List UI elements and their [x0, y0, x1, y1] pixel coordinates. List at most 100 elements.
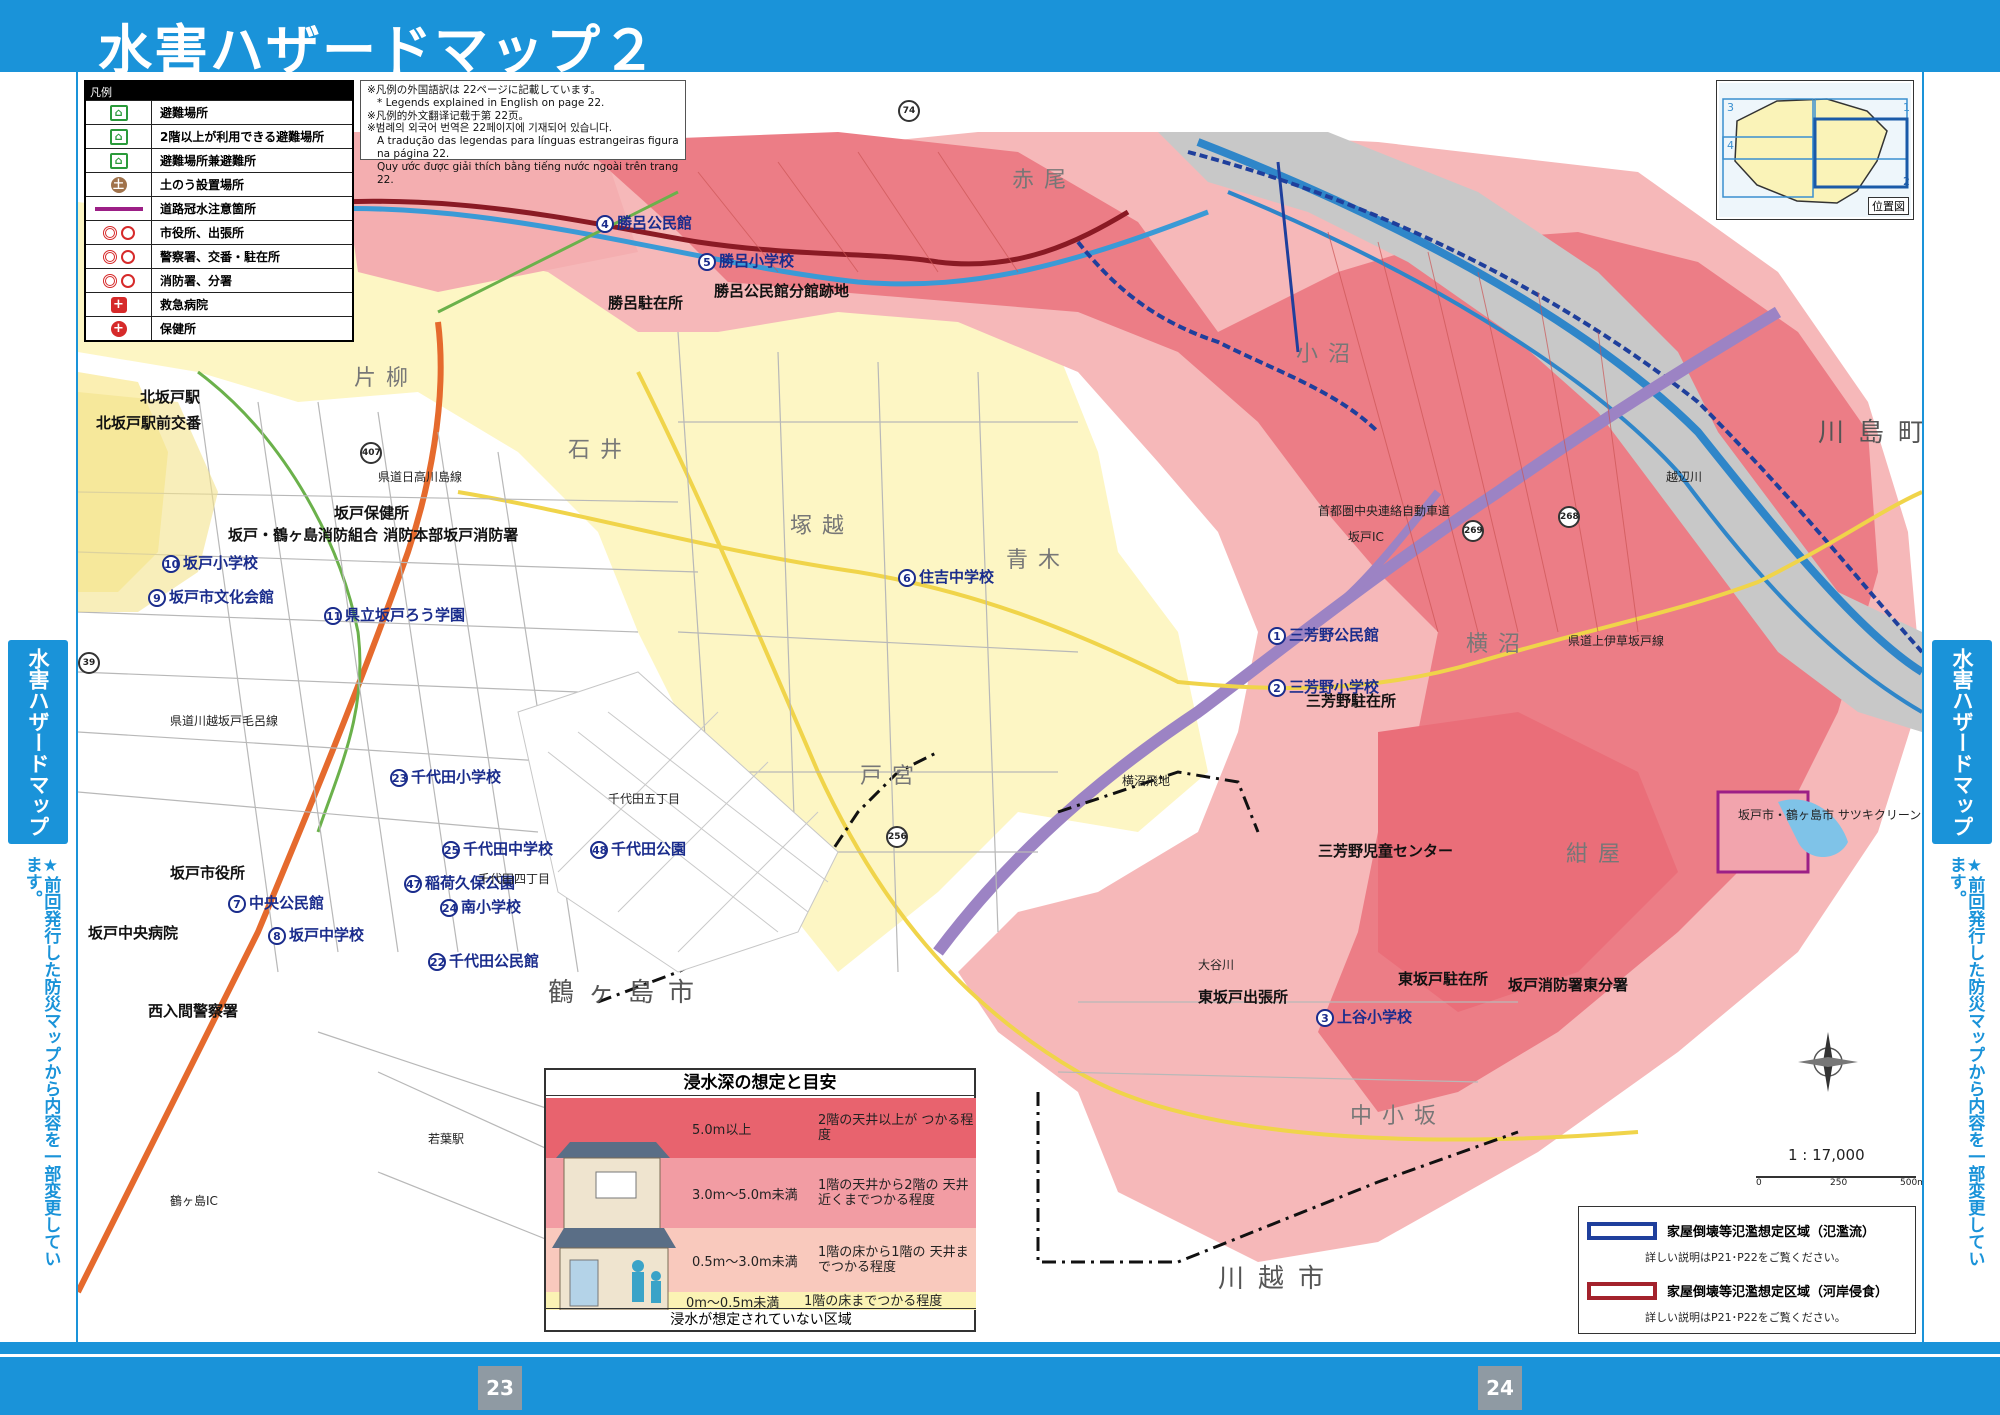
legend-row: 市役所、出張所	[86, 220, 352, 244]
town-name: 石井	[568, 438, 633, 463]
legend-label: 土のう設置場所	[160, 178, 245, 192]
map-label-route-ueigusa: 県道上伊草坂戸線	[1568, 634, 1665, 648]
shelter-facility-9[interactable]: 9 坂戸市文化会館	[148, 586, 274, 607]
map-label-sakado-city-hall: 坂戸市役所	[170, 864, 246, 882]
map-canvas	[78, 72, 1922, 1342]
note-en: * Legends explained in English on page 2…	[377, 96, 605, 109]
shelter-facility-1[interactable]: 1 三芳野公民館	[1268, 624, 1379, 645]
note-pt: A tradução das legendas para línguas est…	[377, 135, 679, 160]
facility-number: 48	[590, 841, 608, 859]
facility-name: 中央公民館	[249, 894, 325, 912]
shelter-facility-10[interactable]: 10 坂戸小学校	[162, 552, 258, 573]
legend-row: 消防署、分署	[86, 268, 352, 292]
facility-name: 坂戸市文化会館	[169, 588, 275, 606]
facility-number: 9	[148, 589, 166, 607]
facility-number: 2	[1268, 679, 1286, 697]
map-label-chiyoda4: 千代田四丁目	[478, 872, 551, 886]
route-shield: 39	[78, 652, 100, 674]
bank-erosion-label: 家屋倒壊等氾濫想定区域（河岸侵食）	[1667, 1285, 1889, 1300]
shelter-facility-23[interactable]: 23 千代田小学校	[390, 766, 501, 787]
shelter-facility-48[interactable]: 48 千代田公園	[590, 838, 686, 859]
town-name: 中小坂	[1350, 1104, 1447, 1129]
depth-desc: 1階の床までつかる程度	[804, 1293, 943, 1309]
bank-erosion-swatch	[1587, 1281, 1657, 1300]
map-legend: 凡例 ⌂ 避難場所 ⌂ 2階以上が利用できる避難場所 ⌂ 避難場所兼避難所土土のう設置場所…	[84, 80, 354, 342]
left-margin: 水害ハザードマップ ★前回発行した防災マップから内容を一部変更しています。	[0, 72, 78, 1342]
facility-name: 勝呂小学校	[719, 252, 795, 270]
town-name: 塚越	[790, 514, 855, 539]
town-name: 鶴ヶ島市	[548, 978, 709, 1008]
facility-name: 南小学校	[461, 898, 522, 916]
emergency-hospital-icon: +	[86, 293, 152, 316]
map-label-fire-east: 坂戸消防署東分署	[1508, 976, 1629, 994]
route-shield: 269	[1462, 520, 1484, 542]
scale-tick: 250	[1830, 1178, 1848, 1188]
facility-name: 住吉中学校	[919, 568, 995, 586]
facility-name: 千代田公民館	[449, 952, 540, 970]
health-center-icon: +	[86, 317, 152, 340]
facility-name: 県立坂戸ろう学園	[345, 606, 466, 624]
legend-row: ⌂ 2階以上が利用できる避難場所	[86, 124, 352, 148]
inset-caption: 位置図	[1868, 197, 1909, 215]
shelter-facility-24[interactable]: 24 南小学校	[440, 896, 521, 917]
bank-erosion-item: 家屋倒壊等氾濫想定区域（河岸侵食）	[1587, 1281, 1888, 1300]
legend-label: 保健所	[160, 322, 197, 336]
footer-bar	[0, 1342, 2000, 1415]
facility-number: 1	[1268, 627, 1286, 645]
shelter-facility-8[interactable]: 8 坂戸中学校	[268, 924, 364, 945]
map-label-kitasakado: 北坂戸駅	[140, 388, 201, 406]
legend-row: + 保健所	[86, 316, 352, 340]
map-label-fire-hq: 坂戸・鶴ヶ島消防組合 消防本部坂戸消防署	[228, 526, 519, 544]
scale-ratio: 1 : 17,000	[1788, 1146, 1865, 1164]
legend-label: 市役所、出張所	[160, 226, 245, 240]
route-shield: 74	[898, 100, 920, 122]
page-number-left: 23	[478, 1366, 522, 1410]
inset-cell-2: 2	[1903, 175, 1910, 188]
language-note: ※凡例の外国語訳は 22ページに記載しています。 * Legends expla…	[360, 80, 686, 186]
city-hall-icon	[86, 221, 152, 244]
police-icon	[86, 245, 152, 268]
header-bar: 水害ハザードマップ２	[0, 0, 2000, 82]
flood-hazard-map[interactable]: 1 三芳野公民館 2 三芳野小学校 3 上谷小学校 4 勝呂公民館 5 勝呂小学校 6 住吉中学校 7 中…	[78, 72, 1922, 1342]
facility-name: 三芳野公民館	[1289, 626, 1380, 644]
map-label-iruma-river: 越辺川	[1666, 470, 1703, 484]
legend-row: ⌂ 避難場所	[86, 100, 352, 124]
map-label-chiyoda5: 千代田五丁目	[608, 792, 681, 806]
shelter-facility-5[interactable]: 5 勝呂小学校	[698, 250, 794, 271]
facility-number: 23	[390, 769, 408, 787]
legend-label: 2階以上が利用できる避難場所	[160, 130, 325, 144]
flood-depth-legend: 浸水深の想定と目安 5.0m以上 2階の天井以上が つかる程度 3.0m〜5.0…	[544, 1068, 976, 1332]
page-number-right: 24	[1478, 1366, 1522, 1410]
map-label-sakado-health: 坂戸保健所	[334, 504, 410, 522]
shelter-facility-7[interactable]: 7 中央公民館	[228, 892, 324, 913]
map-label-kenou: 首都圏中央連絡自動車道	[1318, 504, 1451, 518]
side-title-right: 水害ハザードマップ	[1932, 640, 1992, 844]
shelter-facility-22[interactable]: 22 千代田公民館	[428, 950, 539, 971]
running-person-icon: ⌂	[86, 101, 152, 124]
shelter-facility-3[interactable]: 3 上谷小学校	[1316, 1006, 1412, 1027]
map-label-tsurugashima-ic: 鶴ヶ島IC	[170, 1194, 218, 1208]
legend-label: 消防署、分署	[160, 274, 233, 288]
legend-label: 避難場所	[160, 106, 209, 120]
side-note-left: ★前回発行した防災マップから内容を一部変更しています。	[21, 856, 61, 1267]
town-name: 小沼	[1296, 342, 1361, 367]
shelter-facility-6[interactable]: 6 住吉中学校	[898, 566, 994, 587]
flood-road-line-icon	[86, 197, 152, 220]
legend-label: 警察署、交番・駐在所	[160, 250, 281, 264]
map-label-higashisakado-office: 東坂戸出張所	[1198, 988, 1289, 1006]
legend-row: 道路冠水注意箇所	[86, 196, 352, 220]
shelter-facility-4[interactable]: 4 勝呂公民館	[596, 212, 692, 233]
facility-name: 千代田小学校	[411, 768, 502, 786]
map-label-oyagawa: 大谷川	[1198, 958, 1235, 972]
inset-cell-4: 4	[1727, 139, 1734, 152]
map-label-higashisakado-chuzai: 東坂戸駐在所	[1398, 970, 1489, 988]
scale-bar: 1 : 17,000 0 250 500m	[1756, 1146, 1926, 1190]
facility-number: 6	[898, 569, 916, 587]
facility-number: 5	[698, 253, 716, 271]
route-shield: 256	[886, 826, 908, 848]
inset-cell-1: 1	[1903, 101, 1910, 114]
facility-number: 22	[428, 953, 446, 971]
shelter-facility-25[interactable]: 25 千代田中学校	[442, 838, 553, 859]
shelter-facility-11[interactable]: 11 県立坂戸ろう学園	[324, 604, 465, 625]
side-title-left: 水害ハザードマップ	[8, 640, 68, 844]
